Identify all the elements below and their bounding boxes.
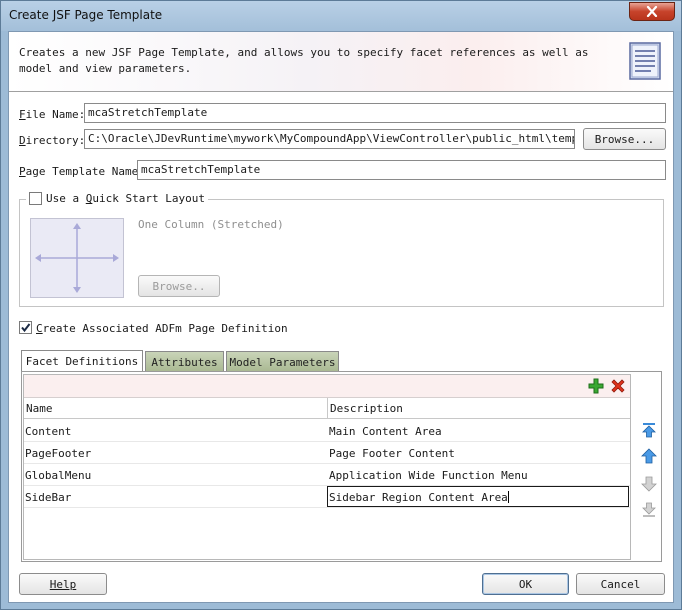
quick-start-label: Use a Quick Start Layout <box>46 192 205 205</box>
directory-label: Directory: <box>19 134 86 147</box>
layout-preview <box>30 218 124 298</box>
editor-text: Sidebar Region Content Area <box>329 491 508 504</box>
table-row[interactable]: SideBar Sidebar Region Content Area <box>24 486 630 508</box>
cancel-button[interactable]: Cancel <box>576 573 665 595</box>
adfm-label: Create Associated ADFm Page Definition <box>36 322 288 335</box>
checkmark-icon <box>21 323 31 333</box>
help-button[interactable]: Help <box>19 573 107 595</box>
layout-browse-button[interactable]: Browse.. <box>138 275 220 297</box>
directory-browse-button[interactable]: Browse... <box>583 128 666 150</box>
add-icon[interactable] <box>588 378 604 394</box>
file-name-input[interactable]: mcaStretchTemplate <box>84 103 666 123</box>
move-bottom-icon[interactable] <box>641 502 657 518</box>
dialog-window: Create JSF Page Template Creates a new J… <box>0 0 682 610</box>
column-header-name[interactable]: Name <box>26 402 53 415</box>
window-title: Create JSF Page Template <box>9 8 163 22</box>
facet-definitions-panel: Name Description Content Main Content Ar… <box>21 371 662 562</box>
quick-start-checkbox[interactable] <box>29 192 42 205</box>
help-label: Help <box>49 577 77 591</box>
close-button[interactable] <box>629 2 675 21</box>
row-description[interactable]: Page Footer Content <box>329 447 455 460</box>
dialog-body: Creates a new JSF Page Template, and all… <box>8 31 674 603</box>
close-icon <box>646 6 658 17</box>
row-name[interactable]: PageFooter <box>25 447 91 460</box>
ok-button[interactable]: OK <box>482 573 569 595</box>
column-divider[interactable] <box>327 398 328 419</box>
delete-icon[interactable] <box>610 378 626 394</box>
table-row[interactable]: GlobalMenu Application Wide Function Men… <box>24 464 630 486</box>
page-template-name-label: Page Template Name: <box>19 165 145 178</box>
table-row[interactable]: Content Main Content Area <box>24 420 630 442</box>
row-name[interactable]: SideBar <box>25 491 71 504</box>
directory-input[interactable]: C:\Oracle\JDevRuntime\mywork\MyCompoundA… <box>84 129 575 149</box>
page-template-name-input[interactable]: mcaStretchTemplate <box>137 160 666 180</box>
document-icon <box>629 42 661 80</box>
quick-start-legend: Use a Quick Start Layout <box>26 192 208 205</box>
move-up-icon[interactable] <box>641 448 657 464</box>
stretch-arrows-icon <box>35 223 119 293</box>
table-row[interactable]: PageFooter Page Footer Content <box>24 442 630 464</box>
row-name[interactable]: Content <box>25 425 71 438</box>
row-description[interactable]: Main Content Area <box>329 425 442 438</box>
adfm-checkbox[interactable] <box>19 321 32 334</box>
table-toolbar <box>24 375 630 398</box>
file-name-label: File Name: <box>19 108 86 121</box>
tab-attributes[interactable]: Attributes <box>145 351 224 372</box>
layout-name: One Column (Stretched) <box>138 218 284 231</box>
description-cell-editor[interactable]: Sidebar Region Content Area <box>327 486 629 507</box>
tab-model-parameters[interactable]: Model Parameters <box>226 351 339 372</box>
column-header-description[interactable]: Description <box>330 402 403 415</box>
description-header: Creates a new JSF Page Template, and all… <box>9 32 673 92</box>
description-text: Creates a new JSF Page Template, and all… <box>19 46 589 75</box>
table-header: Name Description <box>24 398 630 419</box>
move-down-icon[interactable] <box>641 476 657 492</box>
row-name[interactable]: GlobalMenu <box>25 469 91 482</box>
quick-start-group: Use a Quick Start Layout One Column (Str… <box>19 192 664 307</box>
row-description[interactable]: Application Wide Function Menu <box>329 469 528 482</box>
text-caret <box>507 491 509 503</box>
move-top-icon[interactable] <box>641 422 657 438</box>
tab-facet-definitions[interactable]: Facet Definitions <box>21 350 143 372</box>
facet-table: Name Description Content Main Content Ar… <box>23 374 631 560</box>
title-bar[interactable]: Create JSF Page Template <box>1 1 681 31</box>
